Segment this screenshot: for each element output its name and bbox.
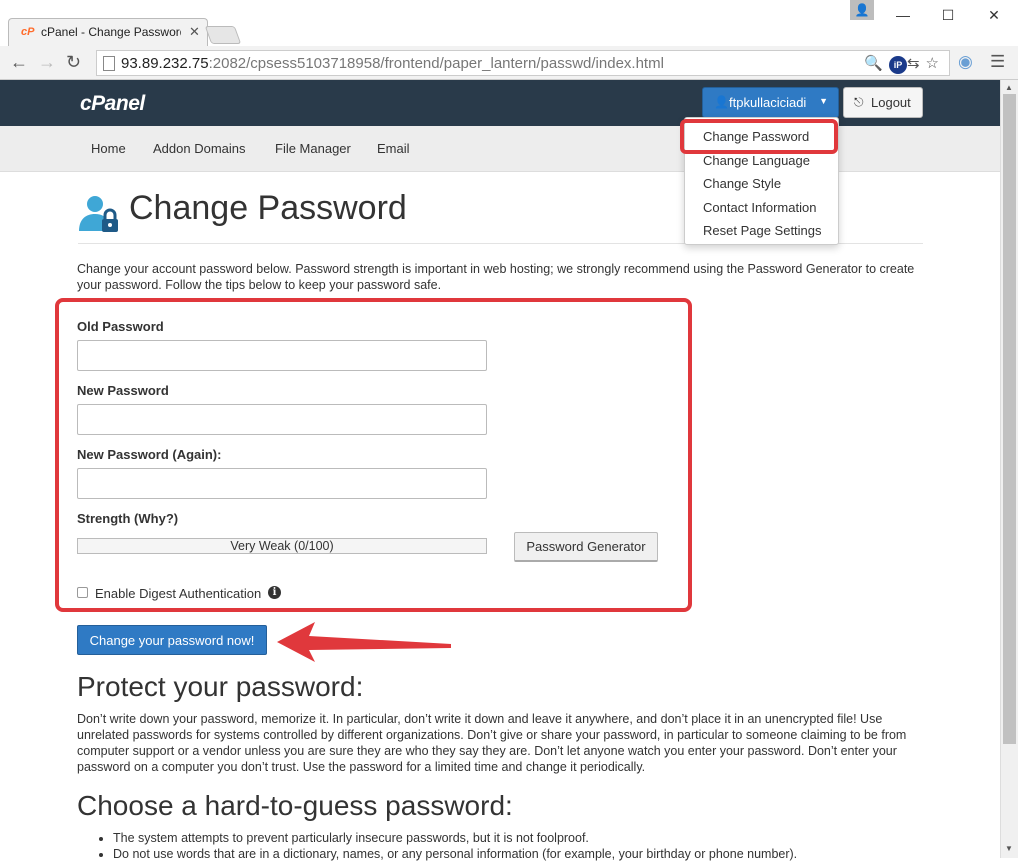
info-icon[interactable]: i — [268, 586, 281, 599]
change-password-user-lock-icon — [79, 196, 118, 232]
user-menu-button[interactable]: 👤 ftpkullaciciadi ▼ — [702, 87, 839, 118]
choose-heading: Choose a hard-to-guess password: — [77, 790, 513, 821]
caret-down-icon: ▼ — [819, 96, 828, 106]
menu-annotation-outline — [680, 119, 838, 154]
strength-meter: Very Weak (0/100) — [77, 538, 487, 554]
menu-item-contact-information[interactable]: Contact Information — [703, 200, 816, 215]
cpanel-nav: Home Addon Domains File Manager Email — [0, 126, 1000, 172]
ip-extension-icon[interactable]: iP — [888, 56, 907, 74]
browser-tab[interactable]: cP cPanel - Change Password ✕ — [8, 18, 208, 46]
protect-text: Don’t write down your password, memorize… — [77, 712, 907, 774]
change-password-submit-button[interactable]: Change your password now! — [77, 625, 267, 655]
nav-addon-domains[interactable]: Addon Domains — [153, 141, 246, 156]
scroll-down-icon[interactable]: ▼ — [1005, 844, 1013, 853]
new-password-again-label: New Password (Again): — [77, 447, 222, 462]
zoom-icon[interactable]: 🔍 — [864, 55, 889, 72]
url-text[interactable]: 93.89.232.75:2082/cpsess5103718958/front… — [121, 55, 664, 72]
strength-text: Very Weak (0/100) — [230, 539, 334, 553]
digest-auth-label[interactable]: Enable Digest Authentication — [95, 586, 261, 601]
nav-file-manager[interactable]: File Manager — [275, 141, 351, 156]
page-title: Change Password — [129, 189, 407, 227]
strength-label[interactable]: Strength (Why?) — [77, 511, 178, 526]
logout-icon: ⎋ — [854, 95, 864, 109]
minimize-icon[interactable]: — — [889, 4, 917, 26]
new-password-again-input[interactable] — [77, 468, 487, 499]
back-icon[interactable]: ← — [10, 52, 28, 73]
bookmark-star-icon[interactable]: ☆ — [926, 55, 945, 72]
new-password-label: New Password — [77, 383, 169, 398]
cpanel-header: cPanel 👤 ftpkullaciciadi ▼ ⎋ Logout — [0, 80, 1000, 126]
translate-icon[interactable]: ⇆ — [907, 55, 926, 72]
user-icon: 👤 — [714, 95, 729, 109]
list-item: The system attempts to prevent particula… — [113, 830, 915, 846]
cpanel-favicon-icon: cP — [21, 26, 35, 38]
browser-toolbar: ← → ↻ 93.89.232.75:2082/cpsess5103718958… — [0, 46, 1018, 80]
logout-label: Logout — [871, 95, 911, 110]
menu-item-reset-page-settings[interactable]: Reset Page Settings — [703, 223, 822, 238]
list-item: Do not use words that are in a dictionar… — [113, 846, 915, 862]
forward-icon[interactable]: → — [38, 52, 56, 73]
logout-button[interactable]: ⎋ Logout — [843, 87, 923, 118]
reload-icon[interactable]: ↻ — [66, 52, 81, 73]
menu-item-change-style[interactable]: Change Style — [703, 176, 781, 191]
browser-titlebar: cP cPanel - Change Password ✕ 👤 — ☐ ✕ — [0, 0, 1018, 46]
tab-close-icon[interactable]: ✕ — [189, 24, 200, 40]
browser-profile-icon[interactable]: 👤 — [850, 0, 874, 20]
password-generator-button[interactable]: Password Generator — [514, 532, 658, 562]
old-password-label: Old Password — [77, 319, 164, 334]
scrollbar-thumb[interactable] — [1003, 94, 1016, 744]
new-password-input[interactable] — [77, 404, 487, 435]
tips-list: The system attempts to prevent particula… — [95, 830, 915, 862]
maximize-icon[interactable]: ☐ — [934, 4, 962, 26]
address-bar[interactable]: 93.89.232.75:2082/cpsess5103718958/front… — [96, 50, 950, 76]
protect-heading: Protect your password: — [77, 671, 364, 702]
nav-email[interactable]: Email — [377, 141, 410, 156]
page-icon — [103, 56, 115, 71]
page-intro: Change your account password below. Pass… — [77, 262, 915, 292]
tab-title: cPanel - Change Password — [41, 25, 181, 39]
annotation-arrow-icon — [277, 622, 451, 662]
digest-auth-checkbox[interactable] — [77, 587, 88, 598]
old-password-input[interactable] — [77, 340, 487, 371]
close-icon[interactable]: ✕ — [980, 4, 1008, 26]
menu-item-change-language[interactable]: Change Language — [703, 153, 810, 168]
cpanel-logo[interactable]: cPanel — [80, 92, 145, 116]
scroll-up-icon[interactable]: ▲ — [1005, 83, 1013, 92]
new-tab-button[interactable] — [204, 26, 242, 44]
page-scrollbar[interactable]: ▲ ▼ — [1000, 80, 1018, 858]
username-label: ftpkullaciciadi — [729, 95, 807, 110]
nav-home[interactable]: Home — [91, 141, 126, 156]
browser-menu-icon[interactable]: ☰ — [990, 52, 1005, 72]
camera-extension-icon[interactable]: ◉ — [958, 52, 973, 72]
